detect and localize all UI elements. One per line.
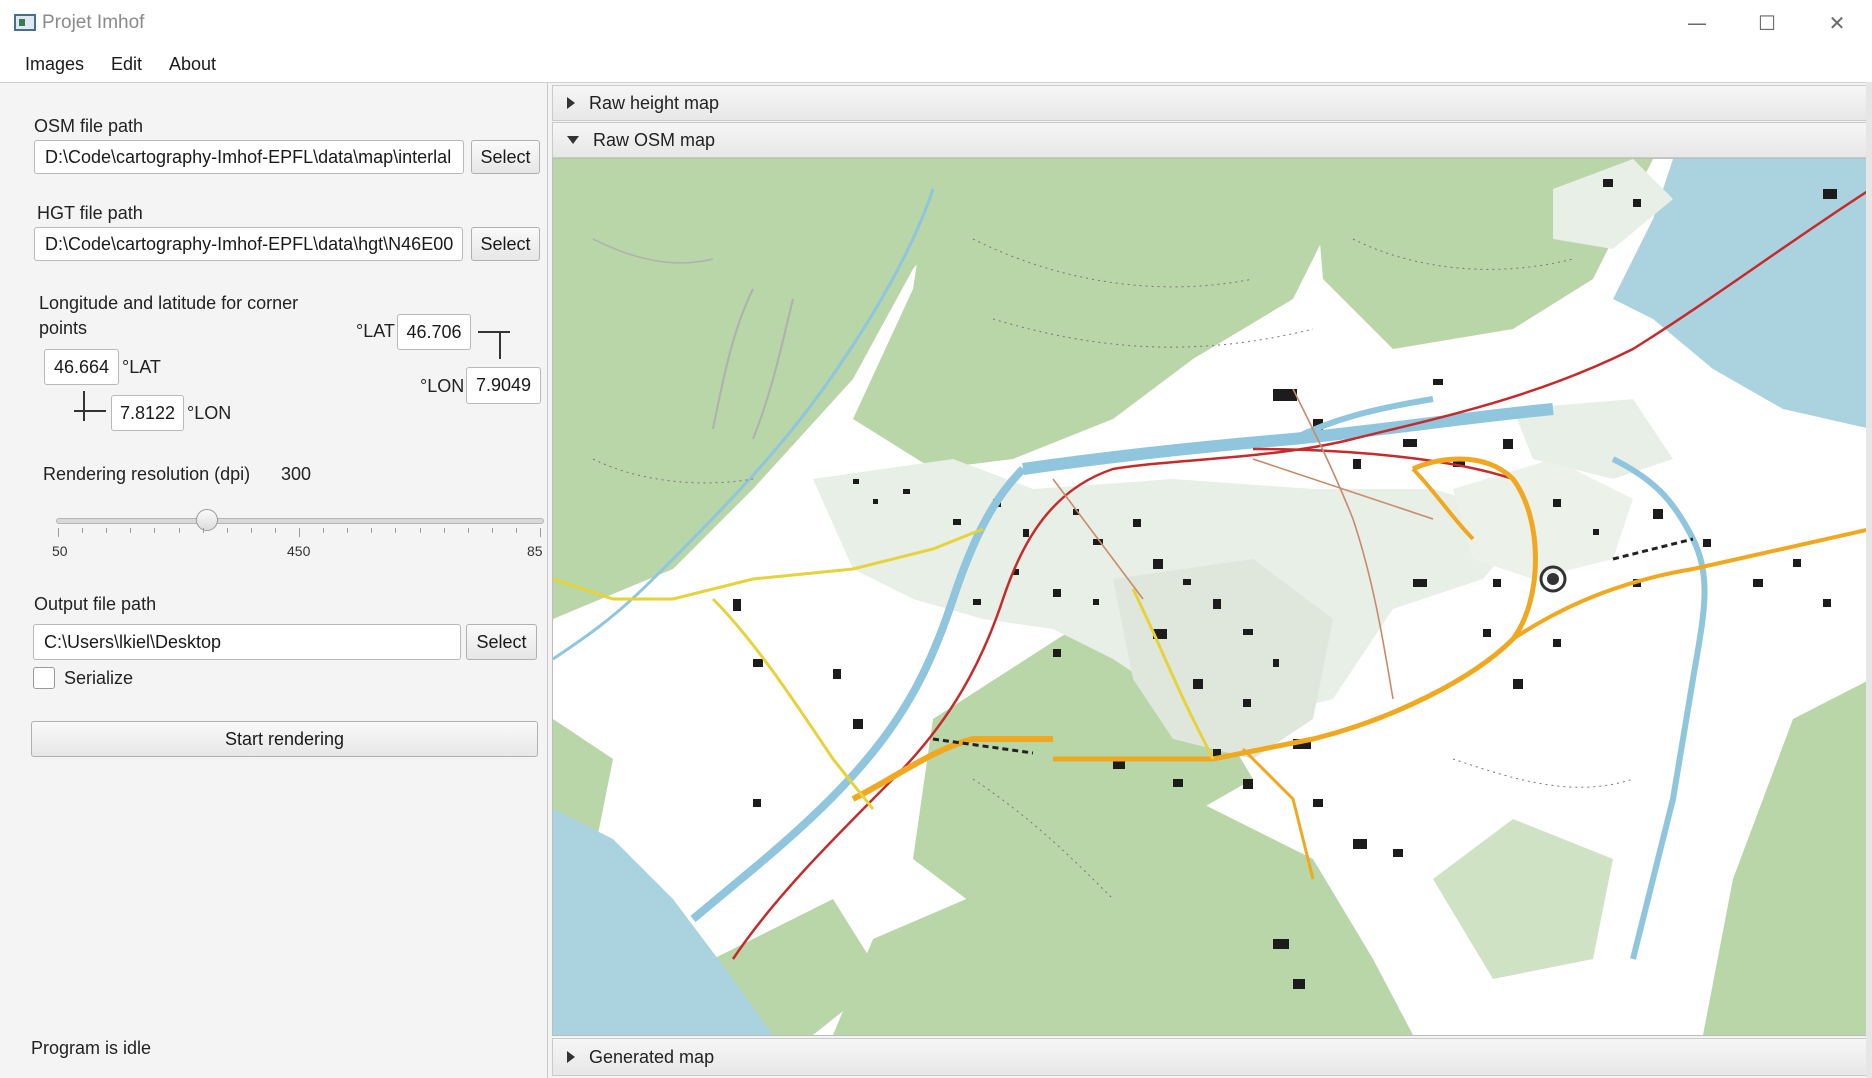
close-button[interactable]: ✕ — [1802, 0, 1872, 46]
collapse-arrow-icon — [567, 136, 579, 144]
panel-raw-height-map[interactable]: Raw height map — [552, 85, 1872, 121]
resolution-label: Rendering resolution (dpi) — [43, 464, 251, 484]
status-text: Program is idle — [31, 1038, 152, 1058]
slider-tick — [371, 528, 373, 533]
osm-map-image — [553, 159, 1871, 1035]
slider-tick — [540, 528, 541, 537]
output-path-input[interactable]: C:\Users\lkiel\Desktop — [33, 624, 461, 660]
resolution-value: 300 — [281, 464, 312, 484]
slider-tick — [467, 528, 469, 533]
slider-tick — [226, 528, 228, 533]
panel-raw-osm-map-label: Raw OSM map — [593, 129, 716, 150]
top-right-lon-unit: °LON — [420, 376, 465, 396]
minimize-icon: — — [1687, 11, 1707, 35]
panel-generated-map[interactable]: Generated map — [552, 1038, 1872, 1076]
top-right-lat-unit: °LAT — [356, 321, 395, 341]
slider-tick — [323, 528, 325, 533]
slider-tick — [58, 528, 59, 537]
top-right-crosshair-icon — [478, 331, 510, 333]
slider-tick-label-max: 85 — [527, 543, 543, 559]
bottom-left-lat-input[interactable]: 46.664 — [44, 349, 119, 385]
bottom-left-lon-unit: °LON — [187, 403, 232, 423]
coords-label-cont: points — [39, 318, 88, 338]
menu-bar: Images Edit About — [0, 46, 1872, 83]
bottom-left-crosshair-icon — [83, 391, 85, 421]
slider-tick — [106, 528, 108, 533]
serialize-label: Serialize — [64, 668, 134, 688]
slider-tick — [82, 528, 84, 533]
slider-tick — [419, 528, 421, 533]
hgt-path-input[interactable]: D:\Code\cartography-Imhof-EPFL\data\hgt\… — [34, 227, 463, 261]
bottom-left-lat-unit: °LAT — [122, 357, 161, 377]
app-icon — [14, 14, 36, 31]
slider-tick — [130, 528, 132, 533]
expand-arrow-icon — [567, 1051, 575, 1063]
osm-select-button[interactable]: Select — [471, 140, 540, 174]
osm-map-view[interactable] — [552, 158, 1872, 1036]
osm-path-input[interactable]: D:\Code\cartography-Imhof-EPFL\data\map\… — [34, 140, 464, 174]
coords-label: Longitude and latitude for corner — [39, 293, 299, 313]
start-rendering-button[interactable]: Start rendering — [31, 721, 538, 757]
panel-raw-height-map-label: Raw height map — [589, 92, 720, 113]
slider-tick — [491, 528, 493, 533]
hgt-select-button[interactable]: Select — [471, 227, 540, 261]
hgt-path-label: HGT file path — [37, 203, 143, 223]
slider-tick — [443, 528, 445, 533]
menu-edit[interactable]: Edit — [111, 54, 142, 75]
slider-tick-label-mid: 450 — [287, 543, 311, 559]
maximize-icon: ☐ — [1758, 11, 1776, 35]
top-right-lat-input[interactable]: 46.706 — [397, 314, 471, 350]
top-right-crosshair-bar — [499, 331, 501, 359]
menu-images[interactable]: Images — [25, 54, 84, 75]
expand-arrow-icon — [567, 97, 575, 109]
slider-tick-label-min: 50 — [52, 543, 68, 559]
bottom-left-crosshair-bar — [74, 410, 106, 412]
slider-tick — [154, 528, 156, 533]
output-path-label: Output file path — [34, 594, 157, 614]
panel-raw-osm-map[interactable]: Raw OSM map — [552, 122, 1872, 158]
slider-tick — [274, 528, 276, 533]
slider-tick — [515, 528, 517, 533]
menu-about[interactable]: About — [169, 54, 216, 75]
resolution-slider[interactable] — [56, 518, 544, 524]
slider-tick — [250, 528, 252, 533]
minimize-button[interactable]: — — [1662, 0, 1732, 46]
maximize-button[interactable]: ☐ — [1732, 0, 1802, 46]
slider-tick — [299, 528, 300, 537]
top-right-lon-input[interactable]: 7.9049 — [466, 367, 541, 404]
slider-tick — [395, 528, 397, 533]
right-scrollbar[interactable] — [1866, 82, 1872, 1078]
output-select-button[interactable]: Select — [466, 624, 537, 660]
osm-path-label: OSM file path — [34, 116, 144, 136]
slider-tick — [202, 528, 204, 533]
bottom-left-lon-input[interactable]: 7.8122 — [111, 395, 184, 431]
serialize-checkbox[interactable] — [33, 667, 55, 689]
close-icon: ✕ — [1828, 11, 1846, 35]
title-bar: Projet Imhof — ☐ ✕ — [0, 0, 1872, 46]
slider-tick — [347, 528, 349, 533]
panel-generated-map-label: Generated map — [589, 1046, 715, 1067]
slider-tick — [178, 528, 180, 533]
window-title: Projet Imhof — [42, 12, 145, 33]
